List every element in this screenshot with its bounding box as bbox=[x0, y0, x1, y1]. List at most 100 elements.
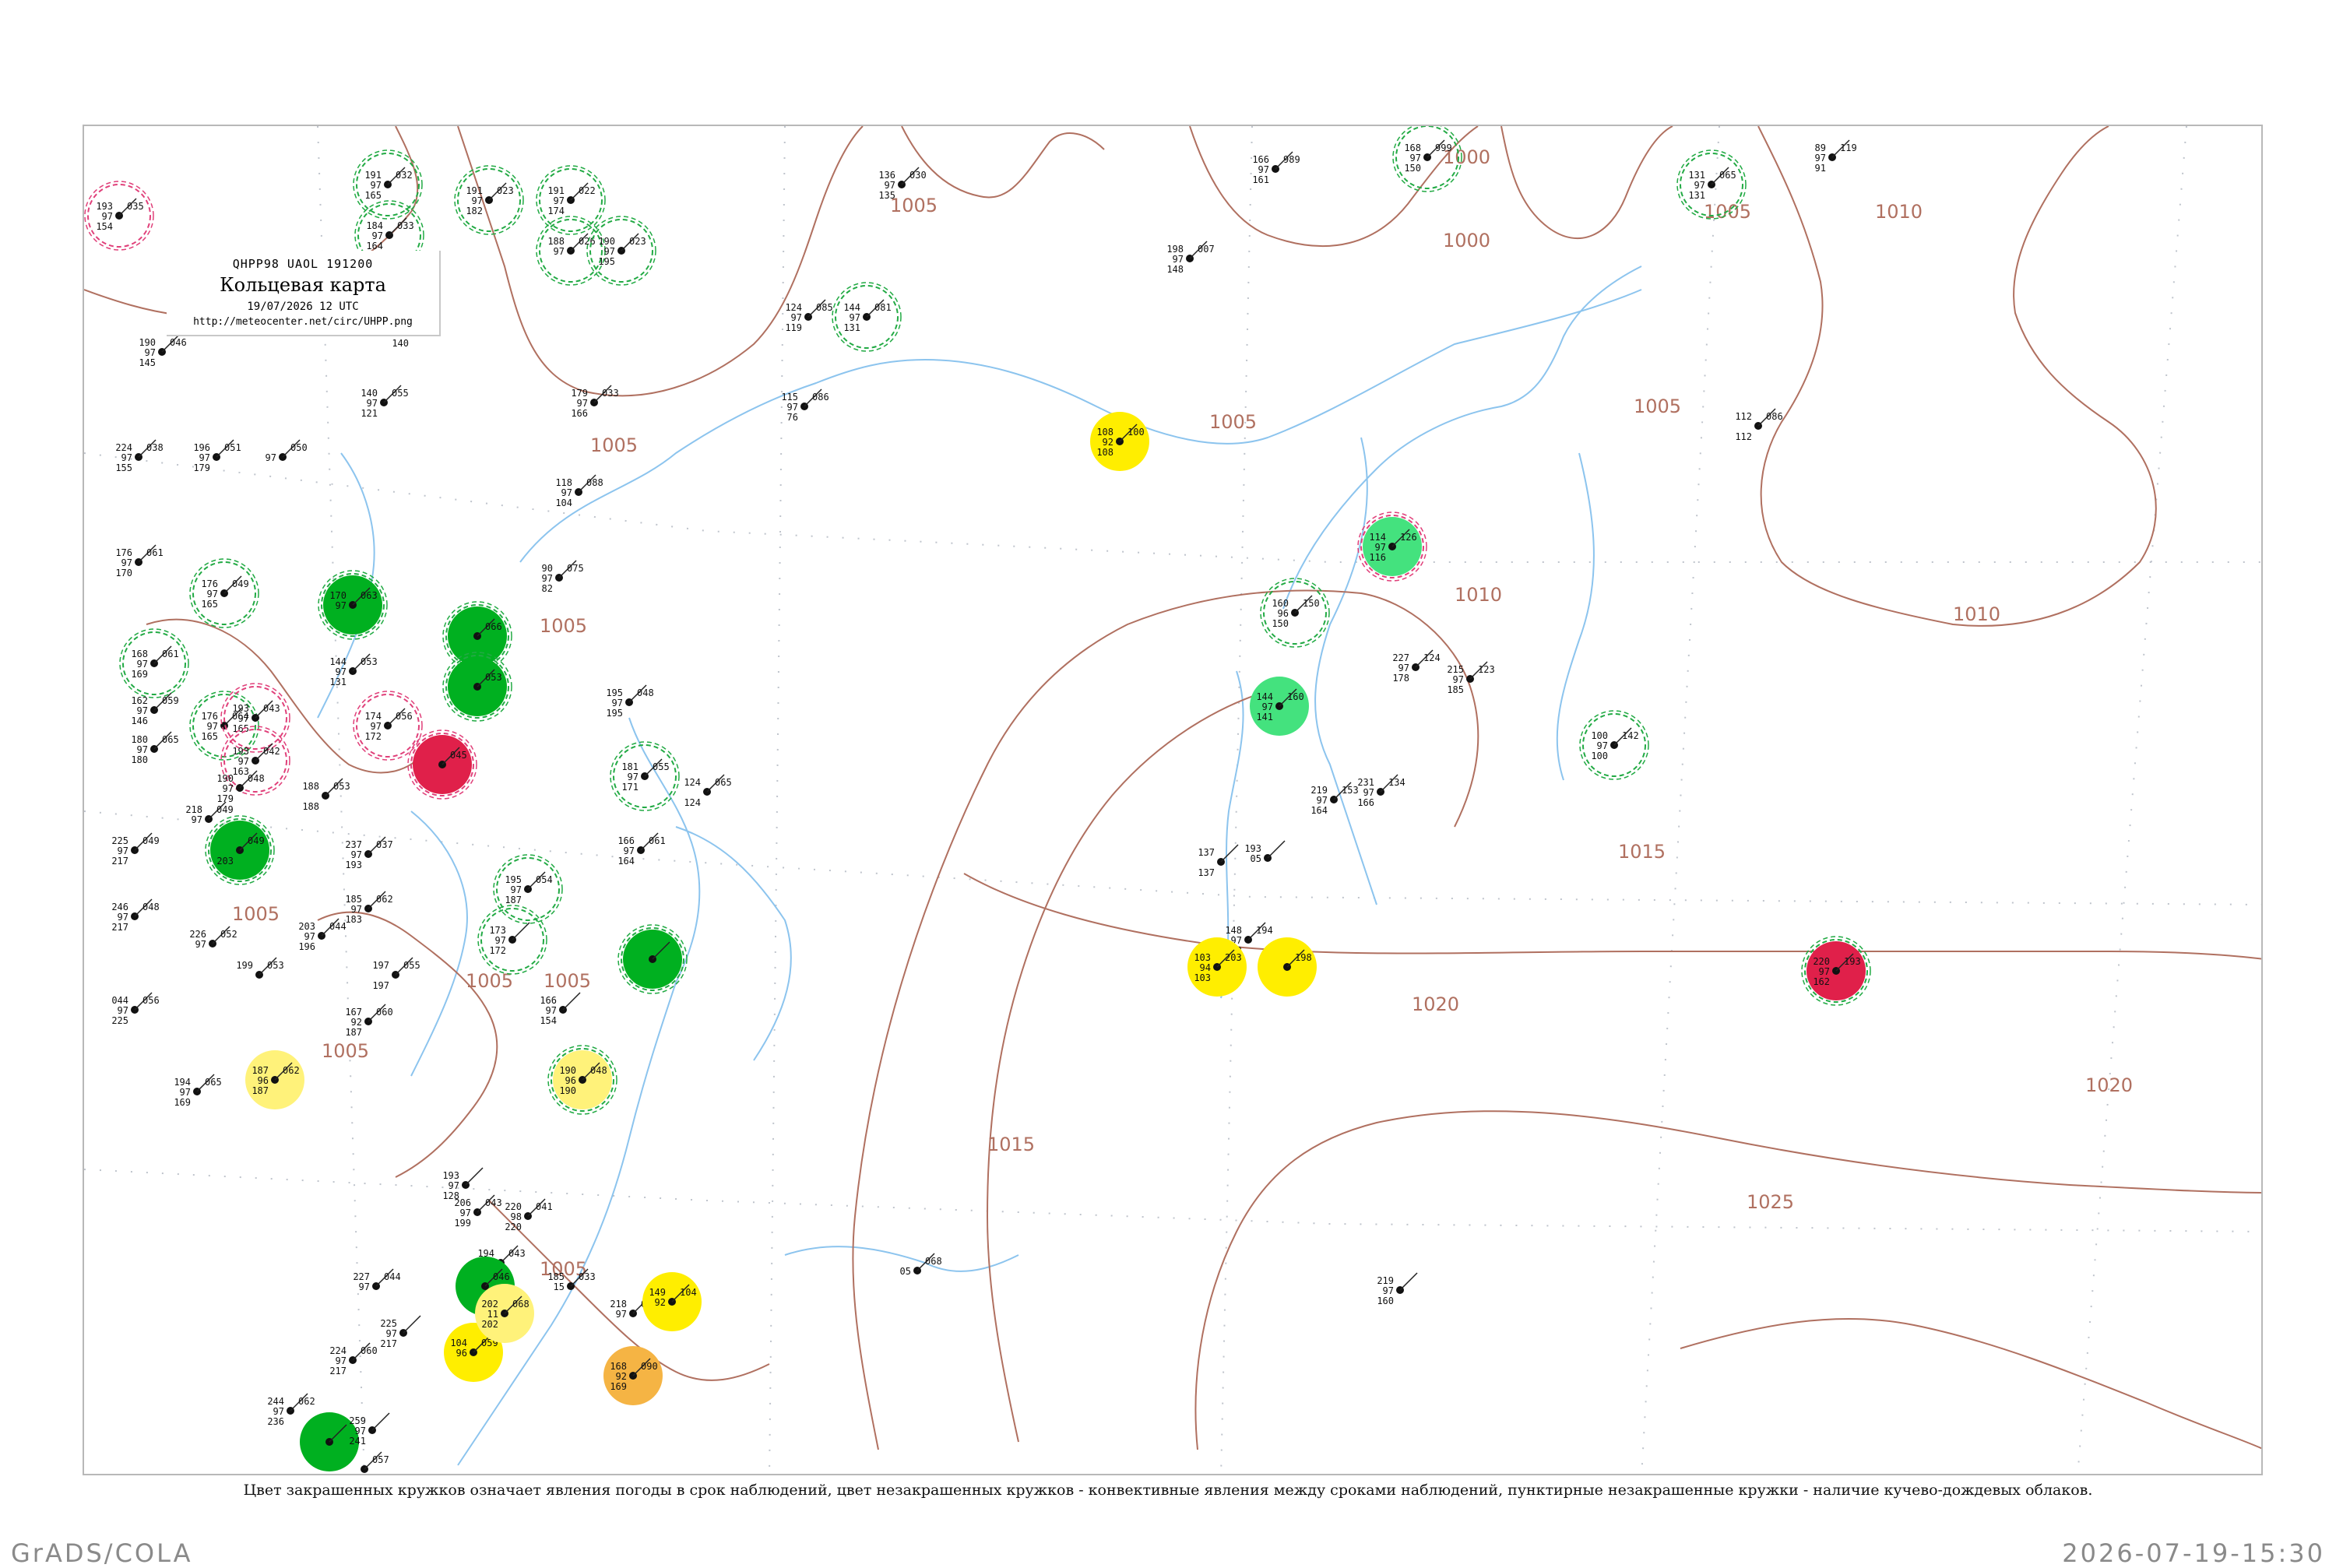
station-plot[interactable]: 10892108 100 bbox=[1090, 412, 1149, 471]
station-plot[interactable]: 11897104 088 bbox=[555, 474, 603, 508]
station-visibility: 97 bbox=[118, 1005, 128, 1016]
station-plot[interactable]: 199 053 bbox=[236, 957, 284, 979]
station-plot[interactable]: 16897169 061 bbox=[119, 628, 189, 698]
station-plot[interactable]: 124 124 065 bbox=[684, 774, 732, 808]
station-plot[interactable]: 053 bbox=[442, 652, 512, 722]
station-temperature: 144 bbox=[843, 302, 860, 313]
station-plot[interactable]: 203 049 bbox=[205, 815, 275, 885]
station-plot[interactable]: 17697165 049 bbox=[189, 558, 259, 628]
station-plot[interactable]: 20397196 044 bbox=[298, 918, 347, 952]
station-pressure: 062 bbox=[298, 1396, 315, 1407]
station-temperature: 191 bbox=[547, 185, 565, 196]
map-frame: 1005 1005 1005 1005 1005 1005 1005 1005 … bbox=[83, 125, 2263, 1475]
station-plot[interactable]: 14497141 160 bbox=[1250, 677, 1309, 736]
station-plot[interactable]: 057 bbox=[361, 1451, 389, 1473]
station-plot[interactable] bbox=[617, 924, 688, 994]
station-plot[interactable]: 19197182 023 bbox=[454, 165, 524, 235]
station-plot[interactable]: 22797 044 bbox=[353, 1268, 401, 1292]
station-visibility: 97 bbox=[1453, 674, 1464, 685]
station-plot[interactable]: 19597195 048 bbox=[606, 684, 654, 719]
station-plot[interactable]: 17697170 061 bbox=[115, 544, 164, 578]
station-plot[interactable]: 198 bbox=[1258, 937, 1317, 997]
station-visibility: 97 bbox=[885, 180, 895, 191]
station-plot[interactable]: 10394103 203 bbox=[1187, 937, 1247, 997]
station-temperature: 173 bbox=[489, 925, 506, 936]
station-plot[interactable]: 1159776 086 bbox=[781, 388, 829, 423]
station-plot[interactable]: 899791 119 bbox=[1815, 139, 1857, 174]
station-plot[interactable]: 22697 052 bbox=[189, 926, 237, 950]
station-pressure: 049 bbox=[142, 835, 160, 846]
station-pressure: 124 bbox=[1423, 652, 1441, 663]
station-plot[interactable]: 19897148 007 bbox=[1166, 241, 1215, 275]
station-plot[interactable]: 17997166 033 bbox=[571, 385, 619, 419]
station-plot[interactable]: 19197174 022 bbox=[536, 165, 606, 235]
station-plot[interactable]: 19497169 065 bbox=[174, 1074, 222, 1108]
station-plot[interactable]: 25997241 bbox=[349, 1412, 390, 1447]
station-plot[interactable]: 04497225 056 bbox=[111, 992, 160, 1026]
station-plot[interactable]: 197 197 055 bbox=[372, 957, 420, 991]
station-plot[interactable]: 19097195 023 bbox=[586, 216, 656, 286]
station-visibility: 97 bbox=[273, 1406, 284, 1417]
station-plot[interactable]: 112 112 086 bbox=[1735, 408, 1783, 442]
station-plot[interactable]: 97 050 bbox=[266, 439, 308, 463]
isobar-label: 1020 bbox=[1412, 993, 1459, 1015]
station-visibility: 97 bbox=[238, 756, 249, 767]
station-plot[interactable]: 19197165 032 bbox=[353, 149, 423, 220]
station-plot[interactable]: 16792187 060 bbox=[345, 1004, 393, 1038]
station-plot[interactable]: 17497172 056 bbox=[353, 691, 423, 761]
station-plot[interactable]: 23197166 134 bbox=[1357, 774, 1405, 808]
station-plot[interactable]: 10097100 142 bbox=[1579, 710, 1649, 780]
station-plot[interactable]: 22497155 038 bbox=[115, 439, 164, 473]
station-plot[interactable]: 22097162 193 bbox=[1801, 936, 1871, 1006]
station-plot[interactable]: 14497131 053 bbox=[329, 653, 378, 687]
station-plot[interactable]: 18097180 065 bbox=[131, 731, 179, 765]
station-plot[interactable]: 24697217 048 bbox=[111, 898, 160, 933]
station-plot[interactable]: 20211202 068 bbox=[475, 1284, 534, 1343]
station-plot[interactable]: 14097121 055 bbox=[361, 385, 409, 419]
isobar-label: 1005 bbox=[232, 903, 280, 925]
station-plot[interactable]: 14497131 081 bbox=[832, 282, 902, 352]
station-temperature: 167 bbox=[345, 1007, 362, 1018]
station-pressure: 055 bbox=[392, 388, 409, 399]
station-plot[interactable]: 188 188 053 bbox=[302, 778, 350, 812]
station-plot[interactable]: 19597187 054 bbox=[493, 854, 563, 924]
station-plot[interactable]: 19397154 035 bbox=[84, 181, 154, 251]
station-plot[interactable]: 19697179 051 bbox=[193, 439, 241, 473]
station-plot[interactable]: 22797178 124 bbox=[1392, 649, 1441, 684]
station-plot[interactable]: 18897026 bbox=[536, 216, 606, 286]
source-url[interactable]: http://meteocenter.net/circ/UHPP.png bbox=[167, 316, 439, 328]
station-plot[interactable]: 16697164 061 bbox=[617, 832, 666, 867]
station-pressure: 053 bbox=[485, 672, 502, 683]
station-plot[interactable]: 19305 bbox=[1244, 840, 1286, 864]
station-plot[interactable]: 23797193 037 bbox=[345, 836, 393, 870]
station-plot[interactable]: 12497119 085 bbox=[785, 299, 833, 333]
station-plot[interactable]: 11497116 126 bbox=[1357, 512, 1427, 582]
station-plot[interactable]: 16096150150 bbox=[1260, 578, 1330, 648]
station-plot[interactable]: 19097145 046 bbox=[139, 334, 187, 368]
station-plot[interactable]: 22497217 060 bbox=[329, 1342, 378, 1376]
station-plot[interactable]: 18796187 062 bbox=[245, 1050, 304, 1109]
station-plot[interactable]: 16892169 090 bbox=[603, 1346, 663, 1405]
station-plot[interactable]: 909782 075 bbox=[542, 560, 584, 594]
station-temperature: 193 bbox=[442, 1170, 459, 1181]
station-plot[interactable]: 21997160 bbox=[1377, 1272, 1418, 1306]
station-plot[interactable]: 19096190 048 bbox=[547, 1045, 617, 1115]
station-plot[interactable]: 22098220 041 bbox=[505, 1198, 553, 1232]
station-plot[interactable]: 16697161 989 bbox=[1252, 151, 1300, 185]
station-plot[interactable]: 16297146 059 bbox=[131, 692, 179, 726]
station-plot[interactable]: 16697154 bbox=[540, 992, 581, 1026]
station-plot[interactable]: 21997164 153 bbox=[1310, 782, 1359, 816]
station-plot[interactable]: 19397128 bbox=[442, 1167, 484, 1201]
station-plot[interactable]: 137 137 bbox=[1198, 844, 1239, 878]
station-plot[interactable]: 17097 063 bbox=[318, 570, 388, 640]
station-plot[interactable]: 20697199 043 bbox=[454, 1194, 502, 1229]
station-plot[interactable]: 045 bbox=[407, 730, 477, 800]
station-plot[interactable]: 22597217 bbox=[380, 1315, 421, 1349]
station-temperature: 170 bbox=[329, 590, 347, 601]
station-temperature: 044 bbox=[111, 995, 128, 1006]
station-dewpoint: 171 bbox=[621, 782, 639, 793]
station-plot[interactable]: 22597217 049 bbox=[111, 832, 160, 867]
station-plot[interactable]: 14992 104 bbox=[642, 1272, 702, 1331]
station-dewpoint: 154 bbox=[540, 1015, 557, 1026]
station-visibility: 98 bbox=[511, 1211, 522, 1222]
